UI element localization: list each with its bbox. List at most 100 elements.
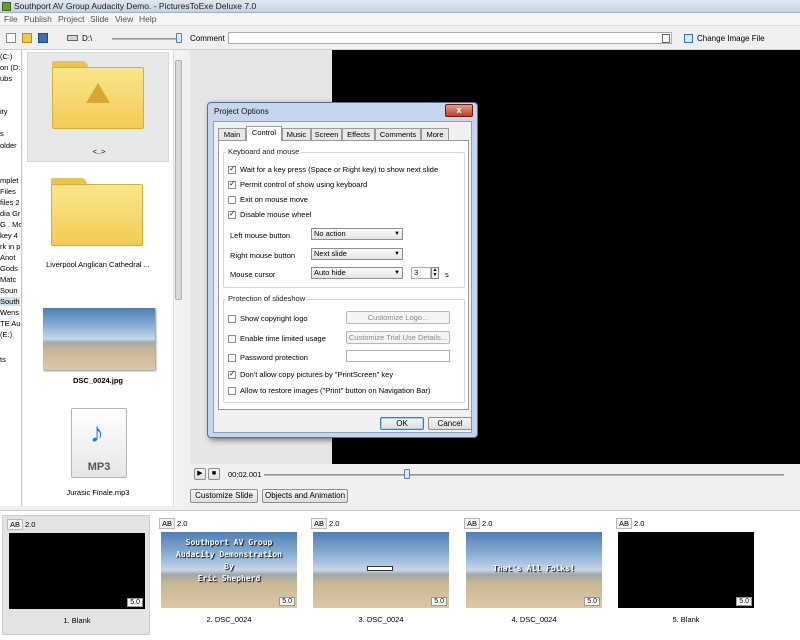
customize-trial-button[interactable]: Customize Trial Use Details... bbox=[346, 331, 450, 344]
menu-slide[interactable]: Slide bbox=[90, 14, 109, 24]
slide-item[interactable]: AB 2.0 5.0 5. Blank bbox=[612, 515, 760, 635]
slide-thumbnail[interactable]: 5.0 bbox=[313, 532, 449, 608]
transition-ab-icon[interactable]: AB bbox=[7, 519, 24, 530]
transition-ab-icon[interactable]: AB bbox=[616, 518, 633, 529]
customize-logo-button[interactable]: Customize Logo... bbox=[346, 311, 450, 324]
tree-item[interactable]: ts bbox=[0, 355, 6, 364]
mouse-cursor-select[interactable]: Auto hide ▼ bbox=[311, 267, 403, 279]
tab-more[interactable]: More bbox=[421, 128, 449, 140]
tree-item[interactable]: mplet bbox=[0, 176, 18, 185]
dialog-title: Project Options bbox=[214, 107, 269, 116]
folder-up-icon bbox=[52, 61, 144, 129]
password-checkbox[interactable] bbox=[228, 354, 236, 362]
menu-publish[interactable]: Publish bbox=[24, 14, 52, 24]
slide-duration: 5.0 bbox=[736, 597, 752, 606]
seconds-unit: s bbox=[445, 270, 449, 279]
change-image-button[interactable]: Change Image File bbox=[697, 34, 765, 43]
tree-item[interactable]: G . Mo bbox=[0, 220, 21, 229]
disable-wheel-checkbox[interactable] bbox=[228, 209, 236, 219]
transition-ab-icon[interactable]: AB bbox=[311, 518, 328, 529]
file-item-image[interactable]: DSC_0024.jpg bbox=[27, 306, 169, 386]
tab-effects[interactable]: Effects bbox=[342, 128, 375, 140]
tree-item[interactable]: on (D: bbox=[0, 63, 20, 72]
copyright-logo-checkbox[interactable] bbox=[228, 315, 236, 323]
tree-item[interactable]: Matc bbox=[0, 275, 16, 284]
menu-help[interactable]: Help bbox=[139, 14, 156, 24]
time-limited-checkbox[interactable] bbox=[228, 335, 236, 343]
slide-item[interactable]: AB 2.0 5.0 1. Blank bbox=[2, 515, 150, 635]
menu-project[interactable]: Project bbox=[58, 14, 84, 24]
file-item-audio[interactable]: ♪ MP3 Jurasic Finale.mp3 bbox=[27, 406, 169, 502]
wait-keypress-checkbox[interactable] bbox=[228, 164, 236, 174]
menu-file[interactable]: File bbox=[4, 14, 18, 24]
tree-item[interactable]: Soun bbox=[0, 286, 18, 295]
printscreen-checkbox[interactable] bbox=[228, 369, 236, 379]
slide-item[interactable]: AB 2.0 Southport AV Group Audacity Demon… bbox=[155, 515, 303, 635]
file-scrollbar[interactable] bbox=[173, 50, 183, 506]
folder-tree[interactable]: (C:) on (D: ubs ity s older mplet Files … bbox=[0, 50, 22, 506]
slide-thumbnail[interactable]: That's All Folks! 5.0 bbox=[466, 532, 602, 608]
file-item-folder[interactable]: Liverpool Anglican Cathedral ... bbox=[27, 170, 169, 280]
change-image-icon[interactable] bbox=[684, 34, 693, 43]
tree-item[interactable]: ubs bbox=[0, 74, 12, 83]
tree-item[interactable]: ity bbox=[0, 107, 8, 116]
dialog-close-button[interactable]: x bbox=[445, 104, 473, 117]
slide-thumbnail[interactable]: Southport AV Group Audacity Demonstratio… bbox=[161, 532, 297, 608]
tree-item[interactable]: files 2 bbox=[0, 198, 20, 207]
tree-item[interactable]: TE Au bbox=[0, 319, 20, 328]
tree-item[interactable]: rk in p bbox=[0, 242, 20, 251]
customize-slide-button[interactable]: Customize Slide bbox=[190, 489, 258, 503]
thumbnail-size-slider[interactable] bbox=[112, 38, 178, 40]
comment-input[interactable] bbox=[228, 32, 672, 44]
file-item-up[interactable]: <..> bbox=[27, 52, 169, 162]
file-label: Liverpool Anglican Cathedral ... bbox=[46, 260, 150, 269]
tab-control[interactable]: Control bbox=[246, 126, 282, 141]
tree-item[interactable]: dia Gr bbox=[0, 209, 20, 218]
cancel-button[interactable]: Cancel bbox=[428, 417, 472, 430]
tab-screen[interactable]: Screen bbox=[311, 128, 342, 140]
tree-item[interactable]: older bbox=[0, 141, 17, 150]
stop-button[interactable]: ■ bbox=[208, 468, 220, 480]
transition-ab-icon[interactable]: AB bbox=[464, 518, 481, 529]
slide-thumbnail[interactable]: 5.0 bbox=[9, 533, 145, 609]
keyboard-control-checkbox[interactable] bbox=[228, 179, 236, 189]
tree-item[interactable]: Gods bbox=[0, 264, 18, 273]
tree-item[interactable]: (C:) bbox=[0, 52, 13, 61]
tab-comments[interactable]: Comments bbox=[375, 128, 421, 140]
right-mouse-select[interactable]: Next slide ▼ bbox=[311, 248, 403, 260]
password-input[interactable] bbox=[346, 350, 450, 362]
slide-item[interactable]: AB 2.0 5.0 3. DSC_0024 bbox=[307, 515, 455, 635]
transition-ab-icon[interactable]: AB bbox=[159, 518, 176, 529]
scroll-thumb[interactable] bbox=[175, 60, 182, 300]
tree-item[interactable]: key 4 bbox=[0, 231, 18, 240]
menu-bar: File Publish Project Slide View Help bbox=[0, 13, 800, 26]
slide-item[interactable]: AB 2.0 That's All Folks! 5.0 4. DSC_0024 bbox=[460, 515, 608, 635]
comment-edit-icon[interactable] bbox=[662, 34, 670, 43]
objects-animation-button[interactable]: Objects and Animation bbox=[262, 489, 348, 503]
new-project-icon[interactable] bbox=[6, 33, 16, 43]
menu-view[interactable]: View bbox=[115, 14, 133, 24]
preview-position-thumb[interactable] bbox=[404, 469, 411, 479]
ok-button[interactable]: OK bbox=[380, 417, 424, 430]
save-icon[interactable] bbox=[38, 33, 48, 43]
file-browser[interactable]: <..> Liverpool Anglican Cathedral ... DS… bbox=[23, 50, 173, 506]
tab-main[interactable]: Main bbox=[218, 128, 246, 140]
exit-mouse-move-checkbox[interactable] bbox=[228, 196, 236, 204]
tree-item[interactable]: s bbox=[0, 129, 4, 138]
cursor-seconds-input[interactable]: 3 bbox=[411, 267, 431, 279]
left-mouse-select[interactable]: No action ▼ bbox=[311, 228, 403, 240]
tab-music[interactable]: Music bbox=[282, 128, 311, 140]
window-title: Southport AV Group Audacity Demo. - Pict… bbox=[14, 1, 257, 11]
tree-item[interactable]: Anot bbox=[0, 253, 15, 262]
tree-item[interactable]: Files bbox=[0, 187, 16, 196]
open-folder-icon[interactable] bbox=[22, 33, 32, 43]
cursor-seconds-spinner[interactable]: ▲ ▼ bbox=[431, 267, 439, 279]
play-button[interactable]: ▶ bbox=[194, 468, 206, 480]
tree-item[interactable]: Wens bbox=[0, 308, 19, 317]
tree-item-selected[interactable]: South bbox=[0, 297, 20, 306]
thumbnail-size-thumb[interactable] bbox=[176, 33, 182, 43]
tree-item[interactable]: (E:) bbox=[0, 330, 12, 339]
preview-position-slider[interactable] bbox=[264, 474, 784, 476]
slide-thumbnail[interactable]: 5.0 bbox=[618, 532, 754, 608]
restore-images-checkbox[interactable] bbox=[228, 387, 236, 395]
